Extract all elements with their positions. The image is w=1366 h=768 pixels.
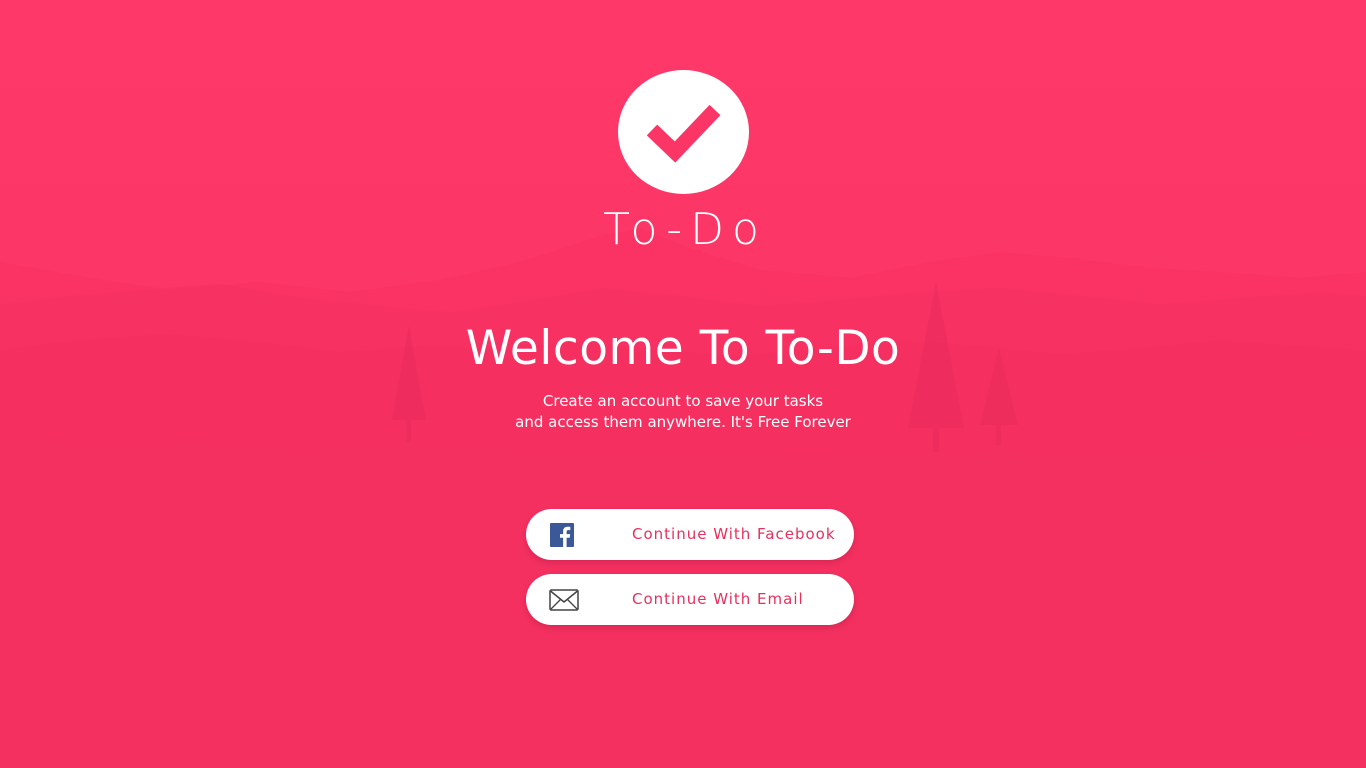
welcome-heading: Welcome To To-Do xyxy=(465,321,901,376)
welcome-subtitle-line-2: and access them anywhere. It's Free Fore… xyxy=(515,413,851,431)
welcome-subtitle: Create an account to save your tasks and… xyxy=(0,391,1366,433)
envelope-icon xyxy=(549,588,579,611)
app-logo xyxy=(618,70,749,194)
facebook-icon xyxy=(550,522,574,547)
continue-with-facebook-label: Continue With Facebook xyxy=(632,525,836,543)
checkmark-icon xyxy=(646,104,720,163)
welcome-subtitle-line-1: Create an account to save your tasks xyxy=(542,392,824,410)
continue-with-facebook-button[interactable]: Continue With Facebook xyxy=(526,509,854,560)
app-name: To-Do xyxy=(603,204,767,255)
continue-with-email-label: Continue With Email xyxy=(632,590,804,608)
continue-with-email-button[interactable]: Continue With Email xyxy=(526,574,854,625)
